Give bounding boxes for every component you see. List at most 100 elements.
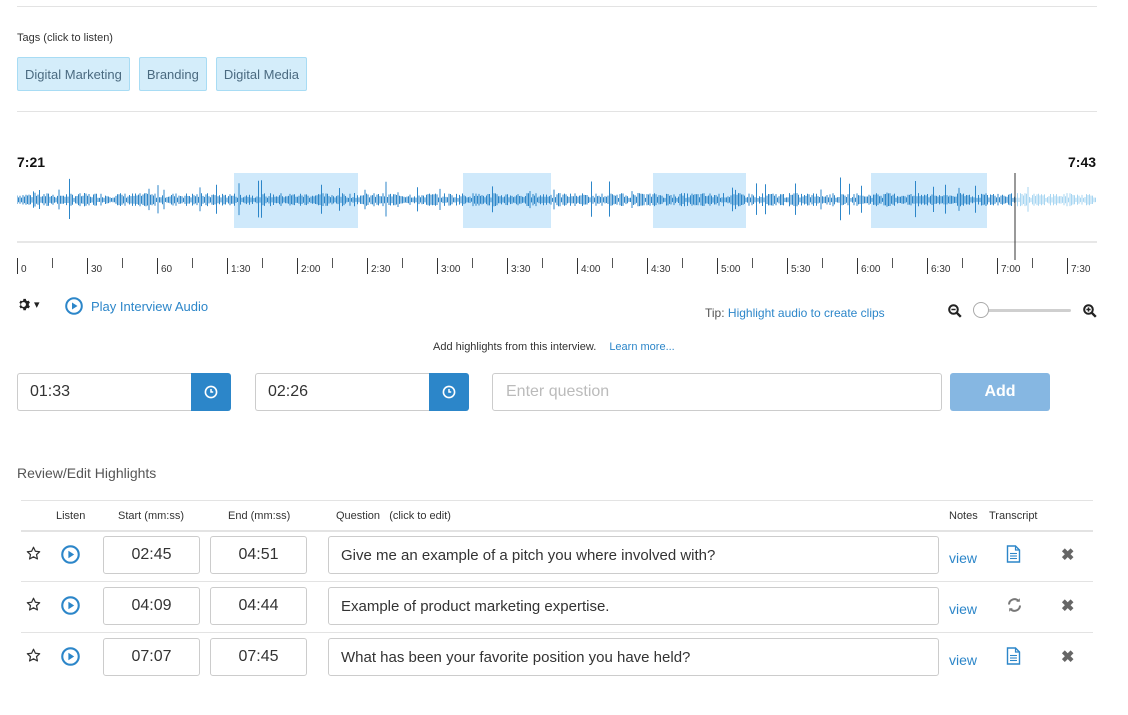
learn-more-link[interactable]: Learn more... <box>609 341 674 353</box>
delete-row-button[interactable]: ✖ <box>1061 596 1074 616</box>
header-start: Start (mm:ss) <box>118 510 184 522</box>
top-divider <box>17 6 1097 7</box>
tick-label: 6:00 <box>861 264 881 275</box>
tick-mark <box>402 258 403 268</box>
add-highlights-hint: Add highlights from this interview. Lear… <box>433 341 675 353</box>
tick-label: 4:30 <box>651 264 671 275</box>
end-time-clock-button[interactable] <box>429 373 469 411</box>
tick-label: 7:30 <box>1071 264 1091 275</box>
tick-mark <box>612 258 613 268</box>
star-icon[interactable] <box>26 546 41 561</box>
play-circle-icon[interactable] <box>61 596 80 615</box>
start-time-field: 01:33 <box>17 373 231 411</box>
header-question: Question (click to edit) <box>336 510 451 522</box>
tick-mark <box>542 258 543 268</box>
tick-mark <box>157 258 158 274</box>
tick-mark <box>577 258 578 274</box>
tick-mark <box>717 258 718 274</box>
add-highlight-button[interactable]: Add <box>950 373 1050 411</box>
tags-list: Digital Marketing Branding Digital Media <box>17 57 308 91</box>
play-interview-audio-label: Play Interview Audio <box>91 298 209 314</box>
table-row: 07:07 07:45 What has been your favorite … <box>21 633 1093 684</box>
tick-mark <box>787 258 788 274</box>
play-circle-icon[interactable] <box>61 545 80 564</box>
tick-mark <box>927 258 928 274</box>
end-time-box[interactable]: 04:44 <box>210 587 307 625</box>
notes-view-link[interactable]: view <box>949 652 977 668</box>
star-icon[interactable] <box>26 597 41 612</box>
tick-mark <box>752 258 753 268</box>
tip-text: Tip: Highlight audio to create clips <box>705 306 885 320</box>
delete-row-button[interactable]: ✖ <box>1061 647 1074 667</box>
tick-mark <box>192 258 193 268</box>
document-icon[interactable] <box>1006 647 1021 665</box>
highlights-table-header: Listen Start (mm:ss) End (mm:ss) Questio… <box>21 500 1093 532</box>
tag-digital-marketing[interactable]: Digital Marketing <box>17 57 130 91</box>
timeline-ticks: 0 30 60 1:30 2:00 2:30 3:00 3:30 4:00 4:30 5:00 5:3… <box>17 258 1097 278</box>
tick-mark <box>962 258 963 268</box>
waveform-end-time: 7:43 <box>1068 154 1097 170</box>
chevron-down-icon: ▾ <box>34 299 40 311</box>
question-box[interactable]: What has been your favorite position you… <box>328 638 939 676</box>
tick-mark <box>17 258 18 274</box>
tick-mark <box>997 258 998 274</box>
start-time-box[interactable]: 04:09 <box>103 587 200 625</box>
tag-branding[interactable]: Branding <box>138 57 207 91</box>
tip-prefix: Tip: <box>705 306 725 320</box>
end-time-box[interactable]: 07:45 <box>210 638 307 676</box>
tick-label: 3:30 <box>511 264 531 275</box>
tick-label: 4:00 <box>581 264 601 275</box>
question-box[interactable]: Give me an example of a pitch you where … <box>328 536 939 574</box>
play-circle-icon <box>65 297 83 315</box>
tick-mark <box>472 258 473 268</box>
start-time-box[interactable]: 02:45 <box>103 536 200 574</box>
tag-digital-media[interactable]: Digital Media <box>215 57 308 91</box>
document-icon[interactable] <box>1006 545 1021 563</box>
question-input[interactable] <box>492 373 942 411</box>
tick-mark <box>332 258 333 268</box>
zoom-control <box>948 301 1098 321</box>
question-box[interactable]: Example of product marketing expertise. <box>328 587 939 625</box>
zoom-slider-handle[interactable] <box>973 302 989 318</box>
tags-label: Tags (click to listen) <box>17 32 113 44</box>
zoom-in-icon[interactable] <box>1083 304 1097 318</box>
audio-waveform[interactable] <box>17 170 1097 260</box>
tick-mark <box>682 258 683 268</box>
tick-label: 5:00 <box>721 264 741 275</box>
clock-icon <box>204 385 218 399</box>
play-interview-audio-button[interactable]: Play Interview Audio <box>65 297 208 315</box>
tick-mark <box>297 258 298 274</box>
notes-view-link[interactable]: view <box>949 550 977 566</box>
zoom-out-icon[interactable] <box>948 304 962 318</box>
tick-label: 2:00 <box>301 264 321 275</box>
tick-mark <box>857 258 858 274</box>
play-circle-icon[interactable] <box>61 647 80 666</box>
tip-link[interactable]: Highlight audio to create clips <box>728 306 885 320</box>
tick-mark <box>892 258 893 268</box>
end-time-field: 02:26 <box>255 373 469 411</box>
sync-icon[interactable] <box>1006 596 1023 614</box>
start-time-input[interactable]: 01:33 <box>17 373 191 411</box>
tick-mark <box>437 258 438 274</box>
end-time-input[interactable]: 02:26 <box>255 373 429 411</box>
clock-icon <box>442 385 456 399</box>
tick-label: 6:30 <box>931 264 951 275</box>
tick-label: 3:00 <box>441 264 461 275</box>
tick-mark <box>1032 258 1033 268</box>
end-time-box[interactable]: 04:51 <box>210 536 307 574</box>
zoom-slider-track[interactable] <box>978 309 1071 312</box>
tick-label: 0 <box>21 264 27 275</box>
start-time-box[interactable]: 07:07 <box>103 638 200 676</box>
tick-label: 30 <box>91 264 103 275</box>
header-end: End (mm:ss) <box>228 510 291 522</box>
header-listen: Listen <box>56 510 86 522</box>
delete-row-button[interactable]: ✖ <box>1061 545 1074 565</box>
notes-view-link[interactable]: view <box>949 601 977 617</box>
star-icon[interactable] <box>26 648 41 663</box>
table-row: 04:09 04:44 Example of product marketing… <box>21 582 1093 633</box>
start-time-clock-button[interactable] <box>191 373 231 411</box>
tick-mark <box>227 258 228 274</box>
tick-mark <box>87 258 88 274</box>
settings-menu[interactable]: ▾ <box>17 298 40 311</box>
review-edit-title: Review/Edit Highlights <box>17 465 157 481</box>
